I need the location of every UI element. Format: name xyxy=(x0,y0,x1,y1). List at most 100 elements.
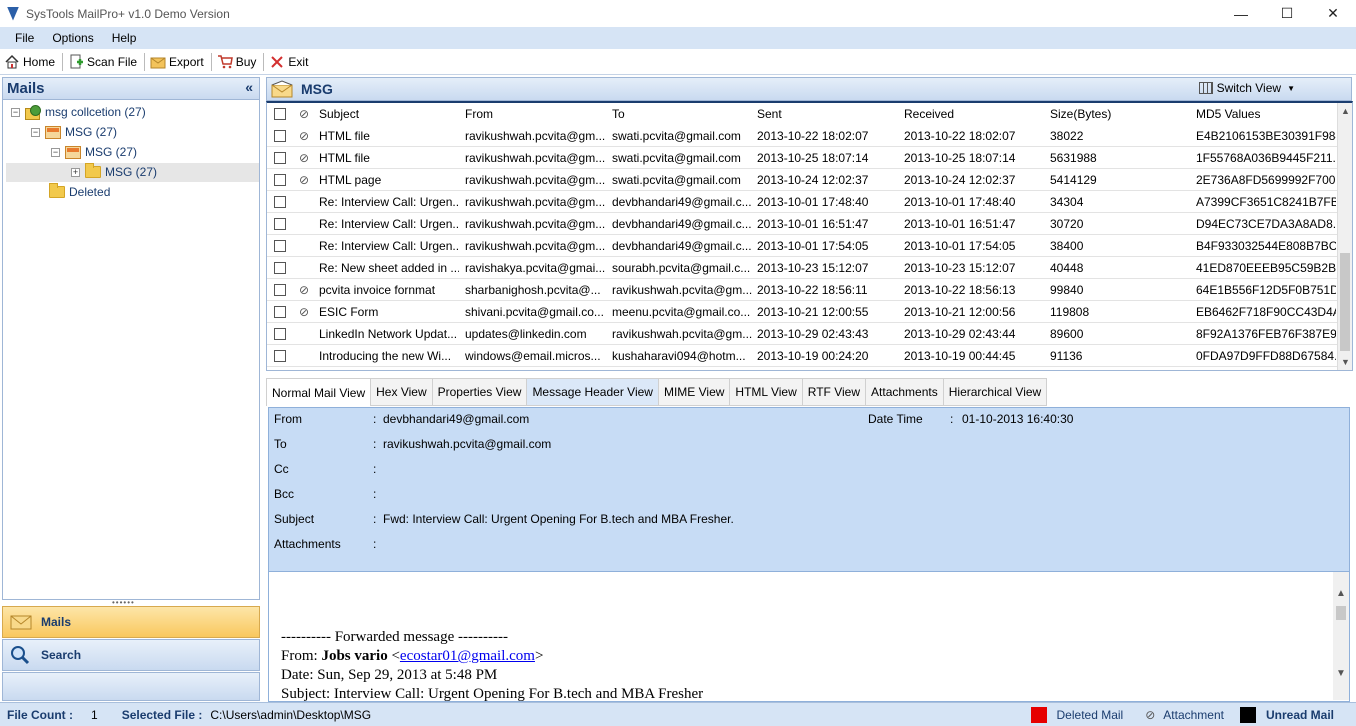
cell-md5: 2E736A8FD5699992F7000... xyxy=(1196,173,1336,187)
switch-view-button[interactable]: Switch View ▼ xyxy=(1198,81,1295,95)
scroll-thumb[interactable] xyxy=(1336,606,1346,620)
row-checkbox[interactable] xyxy=(274,152,286,164)
attachment-legend: Attachment xyxy=(1163,707,1224,722)
cell-sent: 2013-10-19 00:24:20 xyxy=(757,349,869,363)
close-button[interactable]: ✕ xyxy=(1310,0,1356,27)
row-checkbox[interactable] xyxy=(274,174,286,186)
scroll-down-icon[interactable]: ▼ xyxy=(1333,668,1349,679)
table-row[interactable]: Re: New sheet added in ... ravishakya.pcv… xyxy=(267,257,1337,279)
row-checkbox[interactable] xyxy=(274,240,286,252)
tree-node-msg-3[interactable]: + MSG (27) xyxy=(71,163,157,181)
row-checkbox[interactable] xyxy=(274,350,286,362)
row-checkbox[interactable] xyxy=(274,328,286,340)
menu-options[interactable]: Options xyxy=(44,31,101,45)
scroll-thumb[interactable] xyxy=(1340,253,1350,351)
mail-body-scrollbar[interactable]: ▲ ▼ xyxy=(1333,572,1349,700)
collapse-toggle-icon[interactable]: − xyxy=(31,127,40,137)
cell-to: devbhandari49@gmail.c... xyxy=(612,217,752,231)
dropdown-arrow-icon: ▼ xyxy=(1287,83,1295,93)
col-sent[interactable]: Sent xyxy=(757,103,782,125)
menu-help[interactable]: Help xyxy=(104,31,145,45)
col-md5[interactable]: MD5 Values xyxy=(1196,103,1260,125)
tree-node-collection[interactable]: − msg collcetion (27) xyxy=(11,103,146,121)
col-size[interactable]: Size(Bytes) xyxy=(1050,103,1111,125)
sender-email-link[interactable]: ecostar01@gmail.com xyxy=(400,648,535,664)
nav-mails-button[interactable]: Mails xyxy=(2,606,260,638)
scroll-up-icon[interactable]: ▲ xyxy=(1338,103,1352,119)
home-button[interactable]: Home xyxy=(0,51,61,73)
cell-to: kushaharavi094@hotm... xyxy=(612,349,746,363)
table-row[interactable]: Introducing the new Wi... windows@email.m… xyxy=(267,345,1337,367)
cell-from: shivani.pcvita@gmail.co... xyxy=(465,305,604,319)
col-subject[interactable]: Subject xyxy=(319,103,359,125)
tab-hierarchical-view[interactable]: Hierarchical View xyxy=(943,378,1048,406)
table-row[interactable]: Re: Interview Call: Urgen... ravikushwah.… xyxy=(267,191,1337,213)
table-row[interactable]: ⊘ HTML file ravikushwah.pcvita@gm... swati.… xyxy=(267,125,1337,147)
table-row[interactable]: ⊘ pcvita invoice fornmat sharbanighosh.pcv… xyxy=(267,279,1337,301)
cell-size: 91136 xyxy=(1050,349,1083,363)
exit-icon xyxy=(269,54,285,70)
exit-button[interactable]: Exit xyxy=(265,51,314,73)
table-row[interactable]: LinkedIn Network Updat... updates@linkedi… xyxy=(267,323,1337,345)
tree-node-deleted[interactable]: Deleted xyxy=(49,183,110,201)
cell-from: ravikushwah.pcvita@gm... xyxy=(465,239,605,253)
mail-list-header-row: ⊘ Subject From To Sent Received Size(Byt… xyxy=(267,103,1337,125)
row-checkbox[interactable] xyxy=(274,218,286,230)
attachment-icon: ⊘ xyxy=(298,151,310,165)
scroll-up-icon[interactable]: ▲ xyxy=(1333,588,1349,599)
cell-to: ravikushwah.pcvita@gm... xyxy=(612,327,752,341)
tab-html-view[interactable]: HTML View xyxy=(730,378,803,406)
home-icon xyxy=(4,54,20,70)
row-checkbox[interactable] xyxy=(274,130,286,142)
collapse-toggle-icon[interactable]: − xyxy=(11,107,20,117)
nav-search-button[interactable]: Search xyxy=(2,639,260,671)
cell-subject: Introducing the new Wi... xyxy=(319,349,452,363)
col-received[interactable]: Received xyxy=(904,103,954,125)
tree-node-msg-1[interactable]: − MSG (27) xyxy=(31,123,117,141)
body-date-line: Date: Sun, Sep 29, 2013 at 5:48 PM xyxy=(281,667,498,683)
mail-list-scrollbar[interactable]: ▲ ▼ xyxy=(1337,103,1352,370)
pane-splitter[interactable]: •••••• xyxy=(112,599,142,607)
tree-node-msg-2[interactable]: − MSG (27) xyxy=(51,143,137,161)
cell-received: 2013-10-22 18:02:07 xyxy=(904,129,1016,143)
row-checkbox[interactable] xyxy=(274,196,286,208)
tab-properties-view[interactable]: Properties View xyxy=(432,378,528,406)
select-all-checkbox[interactable] xyxy=(274,108,286,120)
table-row[interactable]: Re: Interview Call: Urgen... ravikushwah.… xyxy=(267,235,1337,257)
buy-button[interactable]: Buy xyxy=(213,51,263,73)
cell-size: 40448 xyxy=(1050,261,1084,275)
table-row[interactable]: ⊘ ESIC Form shivani.pcvita@gmail.co... meen… xyxy=(267,301,1337,323)
expand-toggle-icon[interactable]: + xyxy=(71,167,80,177)
row-checkbox[interactable] xyxy=(274,284,286,296)
export-button[interactable]: Export xyxy=(146,51,210,73)
view-tabs: Normal Mail View Hex View Properties Vie… xyxy=(266,378,1048,406)
tab-attachments[interactable]: Attachments xyxy=(866,378,944,406)
scan-file-button[interactable]: Scan File xyxy=(64,51,143,73)
colon: : xyxy=(373,512,377,526)
row-checkbox[interactable] xyxy=(274,306,286,318)
tab-message-header-view[interactable]: Message Header View xyxy=(527,378,659,406)
tab-hex-view[interactable]: Hex View xyxy=(371,378,433,406)
maximize-button[interactable]: ☐ xyxy=(1264,0,1310,27)
table-row[interactable]: ⊘ HTML file ravikushwah.pcvita@gm... swati.… xyxy=(267,147,1337,169)
table-row[interactable]: Re: Interview Call: Urgen... ravikushwah.… xyxy=(267,213,1337,235)
table-row[interactable]: ⊘ HTML page ravikushwah.pcvita@gm... swati.… xyxy=(267,169,1337,191)
envelope-icon xyxy=(9,612,33,632)
collapse-pane-button[interactable]: « xyxy=(245,79,253,95)
scroll-down-icon[interactable]: ▼ xyxy=(1338,354,1352,370)
home-label: Home xyxy=(23,54,56,69)
mail-header-details: From : devbhandari49@gmail.com Date Time… xyxy=(268,407,1350,572)
minimize-button[interactable]: — xyxy=(1218,0,1264,27)
collapse-toggle-icon[interactable]: − xyxy=(51,147,60,157)
tab-mime-view[interactable]: MIME View xyxy=(658,378,731,406)
tab-rtf-view[interactable]: RTF View xyxy=(802,378,867,406)
col-from[interactable]: From xyxy=(465,103,493,125)
window-title: SysTools MailPro+ v1.0 Demo Version xyxy=(26,6,230,21)
nav-panel-footer xyxy=(2,672,260,701)
tab-normal-mail-view[interactable]: Normal Mail View xyxy=(266,378,372,406)
mail-body[interactable]: ---------- Forwarded message ---------- … xyxy=(268,572,1350,702)
col-to[interactable]: To xyxy=(612,103,625,125)
row-checkbox[interactable] xyxy=(274,262,286,274)
cell-sent: 2013-10-22 18:02:07 xyxy=(757,129,869,143)
menu-file[interactable]: File xyxy=(7,31,42,45)
